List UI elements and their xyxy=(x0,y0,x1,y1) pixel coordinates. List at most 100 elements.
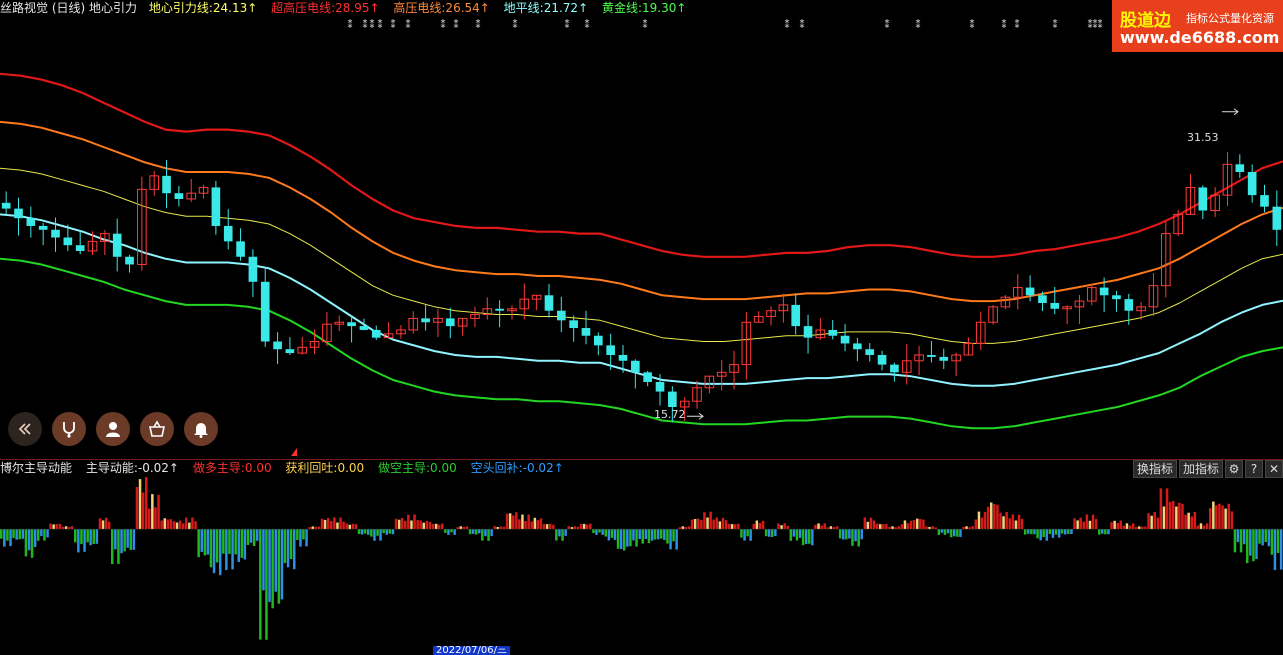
momentum-bar xyxy=(83,529,86,552)
alert-button[interactable] xyxy=(184,412,218,446)
momentum-bar xyxy=(808,529,811,544)
momentum-bar xyxy=(638,529,641,539)
momentum-bar xyxy=(1033,529,1036,535)
momentum-bar xyxy=(1258,529,1261,544)
momentum-bar xyxy=(475,529,478,535)
momentum-bar xyxy=(154,507,157,530)
momentum-bar xyxy=(400,518,404,530)
momentum-chart[interactable] xyxy=(0,476,1283,646)
candle-body xyxy=(359,326,369,330)
momentum-bar xyxy=(595,529,598,535)
momentum-bar xyxy=(0,529,3,539)
momentum-bar xyxy=(928,527,931,530)
candle-body xyxy=(495,308,504,311)
signal-marker-13: ⁑ xyxy=(785,18,790,31)
momentum-bar xyxy=(95,529,99,544)
candle xyxy=(137,176,147,271)
signal-marker-2: ⁑ xyxy=(370,18,375,31)
candle xyxy=(433,309,443,337)
collapse-button[interactable] xyxy=(8,412,42,446)
candle xyxy=(359,318,369,331)
candle xyxy=(445,307,455,339)
candle-body xyxy=(890,364,899,373)
momentum-bar xyxy=(231,529,234,570)
candle-body xyxy=(594,335,603,346)
momentum-bar xyxy=(1236,529,1240,543)
momentum-bar xyxy=(215,529,219,563)
momentum-bar xyxy=(453,529,456,535)
momentum-bar xyxy=(795,529,799,541)
momentum-bar xyxy=(487,529,490,541)
chart-title: 丝路视觉 (日线) 地心引力 xyxy=(0,1,137,15)
momentum-bar xyxy=(126,529,129,548)
momentum-bar xyxy=(598,529,601,533)
momentum-bar xyxy=(1060,529,1064,534)
momentum-bar xyxy=(669,529,672,550)
diagnosis-button[interactable] xyxy=(52,412,86,446)
momentum-bar xyxy=(663,529,666,541)
momentum-bar xyxy=(767,529,771,537)
momentum-bar xyxy=(986,506,990,530)
momentum-bar xyxy=(157,494,160,530)
candle xyxy=(1000,295,1011,309)
momentum-bar xyxy=(434,523,438,530)
signal-marker-6: ⁑ xyxy=(441,18,446,31)
candle xyxy=(26,206,36,238)
candle xyxy=(100,230,110,256)
advisor-button[interactable] xyxy=(96,412,130,446)
momentum-bar xyxy=(212,529,216,574)
momentum-bar xyxy=(919,518,922,530)
momentum-bar xyxy=(718,521,722,530)
momentum-bar xyxy=(635,529,638,547)
momentum-bar xyxy=(348,524,351,530)
momentum-bar xyxy=(252,529,256,546)
momentum-bar xyxy=(743,529,746,541)
candle-body xyxy=(1099,287,1109,296)
momentum-bar xyxy=(1116,523,1119,530)
momentum-bar xyxy=(1027,529,1030,534)
momentum-bar xyxy=(502,526,506,530)
signal-marker-17: ⁑ xyxy=(970,18,975,31)
momentum-bar xyxy=(922,519,925,530)
candle-body xyxy=(544,295,554,311)
momentum-bar xyxy=(74,529,77,543)
momentum-bar xyxy=(672,529,675,542)
candle xyxy=(1,191,11,214)
price-chart[interactable]: ⁑ ⁑ ⁑ ⁑ ⁑ ⁑ ⁑ ⁑ ⁑ ⁑ ⁑ ⁑ ⁑ ⁑ ⁑ ⁑ ⁑ ⁑ ⁑ ⁑ ⁑ ⁑ ⁑ ⁑ xyxy=(0,16,1283,459)
basket-button[interactable] xyxy=(140,412,174,446)
candle-body xyxy=(1235,164,1245,173)
momentum-bar xyxy=(259,529,262,640)
momentum-bar xyxy=(1020,518,1024,530)
candle-body xyxy=(840,335,850,344)
momentum-bar xyxy=(897,526,900,530)
momentum-bar xyxy=(1202,525,1206,530)
momentum-bar xyxy=(465,526,469,530)
momentum-bar xyxy=(613,529,617,540)
momentum-bar xyxy=(891,526,894,530)
momentum-bar xyxy=(311,526,314,530)
momentum-bar xyxy=(752,523,755,530)
momentum-bar xyxy=(64,526,68,530)
momentum-bar xyxy=(422,522,425,530)
momentum-bar xyxy=(508,513,512,530)
momentum-bar xyxy=(771,529,774,537)
momentum-bar xyxy=(437,524,441,530)
momentum-bar xyxy=(101,520,105,530)
momentum-bar xyxy=(293,529,296,570)
signal-marker-23: ⁑ xyxy=(1098,18,1103,31)
momentum-bar xyxy=(330,521,333,530)
momentum-bar xyxy=(894,527,897,530)
candle xyxy=(457,317,468,336)
momentum-bar xyxy=(3,529,6,547)
momentum-bar xyxy=(764,529,768,537)
momentum-bar xyxy=(447,529,450,535)
momentum-bar xyxy=(746,529,749,537)
momentum-bar xyxy=(237,529,240,562)
candle xyxy=(544,284,554,318)
candle xyxy=(939,348,949,370)
candle xyxy=(865,343,875,362)
momentum-bar xyxy=(916,518,919,530)
momentum-bar xyxy=(875,523,879,530)
candle xyxy=(408,311,419,334)
candle-body xyxy=(63,237,73,246)
